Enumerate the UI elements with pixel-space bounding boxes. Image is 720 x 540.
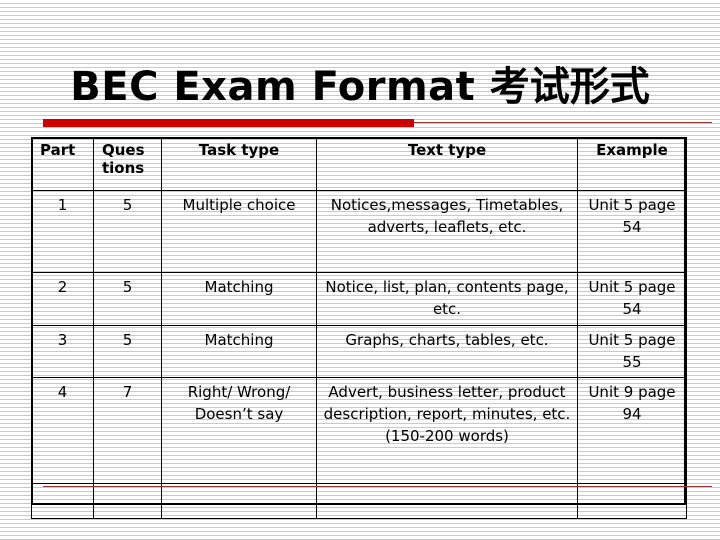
title-underline-accent-bar <box>43 119 414 127</box>
cell-part: 2 <box>31 272 94 326</box>
cell-text-type: Graphs, charts, tables, etc. <box>316 325 578 378</box>
cell-task-type <box>161 483 317 519</box>
table-row: 4 7 Right/ Wrong/ Doesn’t say Advert, bu… <box>31 377 687 484</box>
table-body: 1 5 Multiple choice Notices,messages, Ti… <box>31 190 687 519</box>
table-row: 1 5 Multiple choice Notices,messages, Ti… <box>31 190 687 273</box>
cell-questions: 5 <box>93 325 162 378</box>
cell-text-type: Notices,messages, Timetables, adverts, l… <box>316 190 578 273</box>
cell-task-type: Matching <box>161 272 317 326</box>
cell-task-type: Right/ Wrong/ Doesn’t say <box>161 377 317 484</box>
cell-part: 4 <box>31 377 94 484</box>
cell-questions: 5 <box>93 272 162 326</box>
cell-questions <box>93 483 162 519</box>
table-row-empty <box>31 483 687 519</box>
cell-task-type: Matching <box>161 325 317 378</box>
cell-example: Unit 9 page 94 <box>577 377 687 484</box>
cell-text-type <box>316 483 578 519</box>
cell-task-type: Multiple choice <box>161 190 317 273</box>
cell-part <box>31 483 94 519</box>
table-row: 2 5 Matching Notice, list, plan, content… <box>31 272 687 326</box>
exam-format-table: Part Ques tions Task type Text type Exam… <box>31 137 687 519</box>
page-title: BEC Exam Format 考试形式 <box>0 64 720 110</box>
cell-example: Unit 5 page 54 <box>577 190 687 273</box>
page-title-latin: BEC Exam Format <box>70 64 490 110</box>
column-header-task-type: Task type <box>161 137 317 191</box>
cell-text-type: Notice, list, plan, contents page, etc. <box>316 272 578 326</box>
cell-example <box>577 483 687 519</box>
cell-part: 1 <box>31 190 94 273</box>
cell-part: 3 <box>31 325 94 378</box>
page-title-cjk: 考试形式 <box>489 64 650 110</box>
column-header-example: Example <box>577 137 687 191</box>
table-header: Part Ques tions Task type Text type Exam… <box>31 137 687 191</box>
bottom-accent-rule <box>43 486 712 487</box>
cell-questions: 7 <box>93 377 162 484</box>
table-header-row: Part Ques tions Task type Text type Exam… <box>31 137 687 191</box>
column-header-text-type: Text type <box>316 137 578 191</box>
table-row: 3 5 Matching Graphs, charts, tables, etc… <box>31 325 687 378</box>
slide-canvas: BEC Exam Format 考试形式 Part Ques tions Tas… <box>0 0 720 540</box>
cell-text-type: Advert, business letter, product descrip… <box>316 377 578 484</box>
cell-example: Unit 5 page 55 <box>577 325 687 378</box>
cell-example: Unit 5 page 54 <box>577 272 687 326</box>
column-header-part: Part <box>31 137 94 191</box>
column-header-questions: Ques tions <box>93 137 162 191</box>
cell-questions: 5 <box>93 190 162 273</box>
